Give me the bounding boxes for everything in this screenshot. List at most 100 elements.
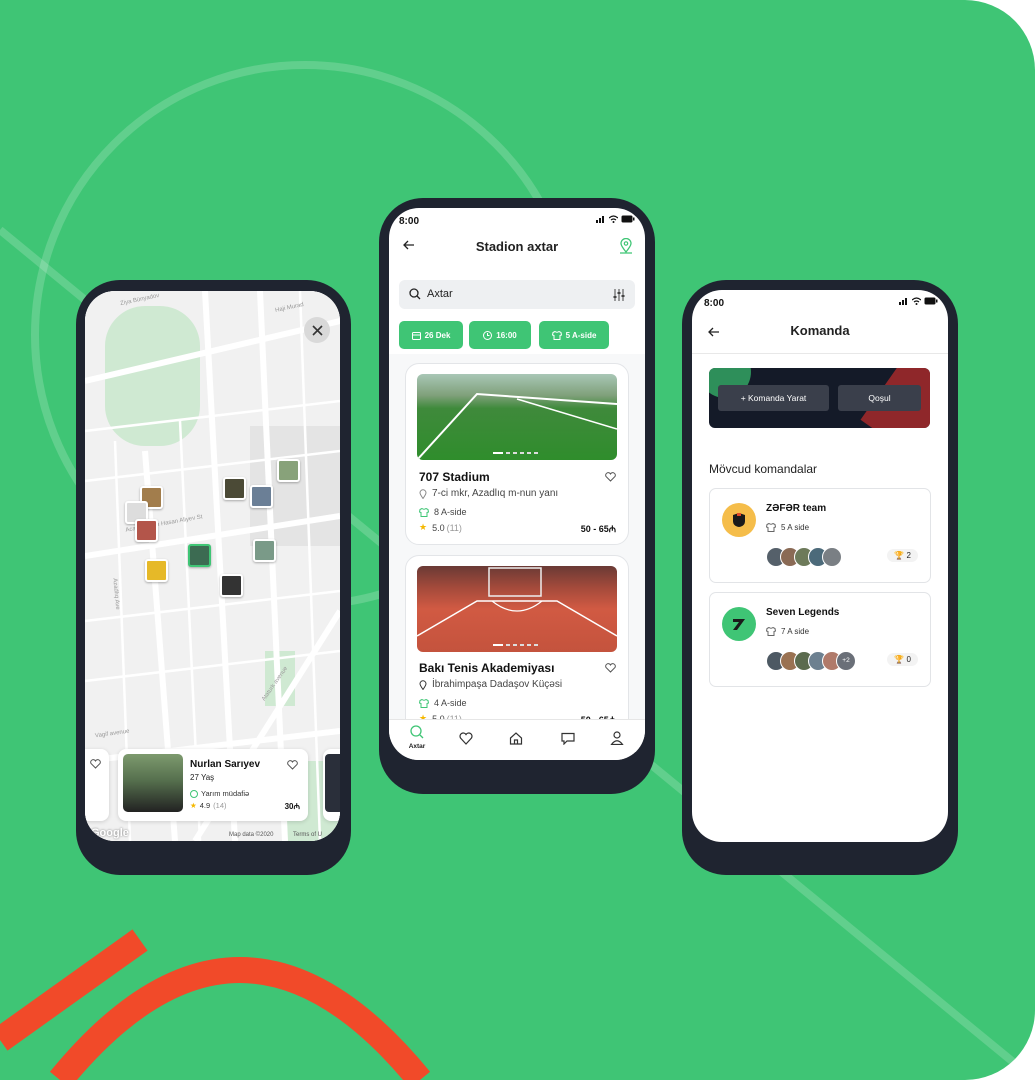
team-card[interactable]: Seven Legends 7 A side +2 🏆 0 (709, 592, 931, 687)
prev-player-card[interactable] (85, 749, 109, 821)
member-avatars: +2 (766, 651, 856, 671)
format-chip[interactable]: 5 A-side (539, 321, 609, 349)
location-icon (419, 488, 427, 499)
date-chip[interactable]: 26 Dek (399, 321, 463, 349)
tab-home[interactable] (501, 732, 531, 750)
team-format: 5 A side (781, 523, 810, 532)
stadium-name: Bakı Tenis Akademiyası (419, 661, 555, 675)
player-pin[interactable] (277, 459, 300, 482)
map-view-button[interactable] (619, 237, 633, 259)
more-members-badge[interactable]: +2 (836, 651, 856, 671)
stadium-rating-row: ★ 5.0 (11) (419, 522, 462, 533)
shirt-icon (766, 523, 776, 532)
stadium-card[interactable]: Bakı Tenis Akademiyası İbrahimpaşa Dadaş… (405, 555, 629, 737)
home-icon (509, 732, 523, 745)
tab-messages[interactable] (553, 732, 583, 750)
trophy-icon: 🏆 (894, 551, 905, 560)
player-pin[interactable] (188, 544, 211, 567)
team-name: ZƏFƏR team (766, 503, 827, 514)
trophy-badge: 🏆 0 (887, 653, 918, 666)
stadium-format-row: 8 A-side (419, 507, 467, 517)
field-lines (417, 392, 617, 460)
stadium-screen: 8:00 Stadion axtar Axtar 26 Dek 16:00 5 … (389, 208, 645, 760)
player-price: 30₼ (284, 802, 300, 811)
search-icon (410, 725, 424, 739)
user-icon (610, 731, 624, 746)
team-screen: 8:00 Komanda + Komanda Yarat Qoşul Mövcu… (692, 290, 948, 842)
player-photo (123, 754, 183, 812)
player-pin[interactable] (250, 485, 273, 508)
close-map-button[interactable] (304, 317, 330, 343)
shirt-icon (766, 627, 776, 636)
team-name: Seven Legends (766, 607, 840, 618)
player-pin[interactable] (253, 539, 276, 562)
filter-icon[interactable] (613, 289, 625, 301)
player-reviews: (14) (213, 801, 227, 810)
player-rating-row: ★ 4.9 (14) (190, 801, 227, 810)
map-screen: Ziya Bünyadov Haji Murad Academician Has… (85, 291, 340, 841)
map-data-credit: Map data ©2020 (229, 832, 274, 838)
status-icons (899, 297, 938, 305)
stadium-address: İbrahimpaşa Dadaşov Küçəsi (432, 679, 563, 690)
google-logo: Google (91, 827, 129, 839)
join-team-button[interactable]: Qoşul (838, 385, 921, 411)
tab-bar: Axtar (389, 719, 645, 760)
stadium-format-row: 4 A-side (419, 698, 467, 708)
calendar-icon (411, 331, 421, 340)
shield-icon (733, 513, 745, 527)
stadium-price: 50 - 65₼ (580, 524, 616, 534)
time-chip-label: 16:00 (496, 330, 517, 340)
location-icon (419, 679, 427, 690)
section-title: Mövcud komandalar (709, 462, 818, 476)
player-pin[interactable] (145, 559, 168, 582)
battery-icon (621, 215, 635, 223)
heart-icon[interactable] (605, 472, 616, 482)
seven-logo-icon (733, 619, 745, 630)
team-actions-banner: + Komanda Yarat Qoşul (709, 368, 930, 428)
heart-icon (459, 732, 473, 745)
player-name: Nurlan Sarıyev (190, 759, 261, 770)
chat-icon (561, 732, 575, 746)
signal-icon (899, 298, 907, 305)
heart-icon[interactable] (90, 759, 101, 769)
player-pin[interactable] (220, 574, 243, 597)
player-position-row: Yarım müdafiə (190, 789, 249, 798)
player-card[interactable]: Nurlan Sarıyev 27 Yaş Yarım müdafiə ★ 4.… (118, 749, 308, 821)
create-team-button[interactable]: + Komanda Yarat (718, 385, 829, 411)
search-field[interactable]: Axtar (399, 280, 635, 309)
time-chip[interactable]: 16:00 (469, 321, 531, 349)
player-pin[interactable] (223, 477, 246, 500)
position-icon (190, 789, 198, 798)
trophy-icon: 🏆 (894, 655, 905, 664)
tab-favorites[interactable] (451, 732, 481, 750)
header-divider (692, 353, 948, 354)
team-card[interactable]: ZƏFƏR team 5 A side 🏆 2 (709, 488, 931, 583)
stadium-address: 7-ci mkr, Azadlıq m-nun yanı (432, 488, 559, 499)
stadium-card[interactable]: 707 Stadium 7-ci mkr, Azadlıq m-nun yanı… (405, 363, 629, 545)
tab-profile[interactable] (602, 731, 632, 750)
player-pin[interactable] (135, 519, 158, 542)
wifi-icon (609, 215, 618, 223)
stadium-name: 707 Stadium (419, 470, 490, 484)
star-icon: ★ (419, 522, 428, 532)
stadium-rating: 5.0 (432, 522, 445, 533)
photo-pager (493, 452, 538, 454)
team-logo (722, 607, 756, 641)
signal-icon (596, 216, 604, 223)
next-player-card[interactable] (323, 749, 340, 821)
member-avatars (766, 547, 842, 567)
status-icons (596, 215, 635, 223)
map-view[interactable]: Ziya Bünyadov Haji Murad Academician Has… (85, 291, 340, 841)
photo-pager (493, 644, 538, 646)
tab-search[interactable]: Axtar (402, 725, 432, 750)
heart-icon[interactable] (605, 663, 616, 673)
battery-icon (924, 297, 938, 305)
status-time: 8:00 (399, 216, 420, 227)
map-terms-link[interactable]: Terms of U (293, 832, 322, 838)
tab-search-label: Axtar (408, 743, 426, 750)
search-input[interactable]: Axtar (427, 288, 453, 300)
team-format: 7 A side (781, 627, 810, 636)
player-photo (325, 754, 340, 812)
heart-icon[interactable] (287, 760, 298, 770)
player-position: Yarım müdafiə (201, 789, 250, 798)
